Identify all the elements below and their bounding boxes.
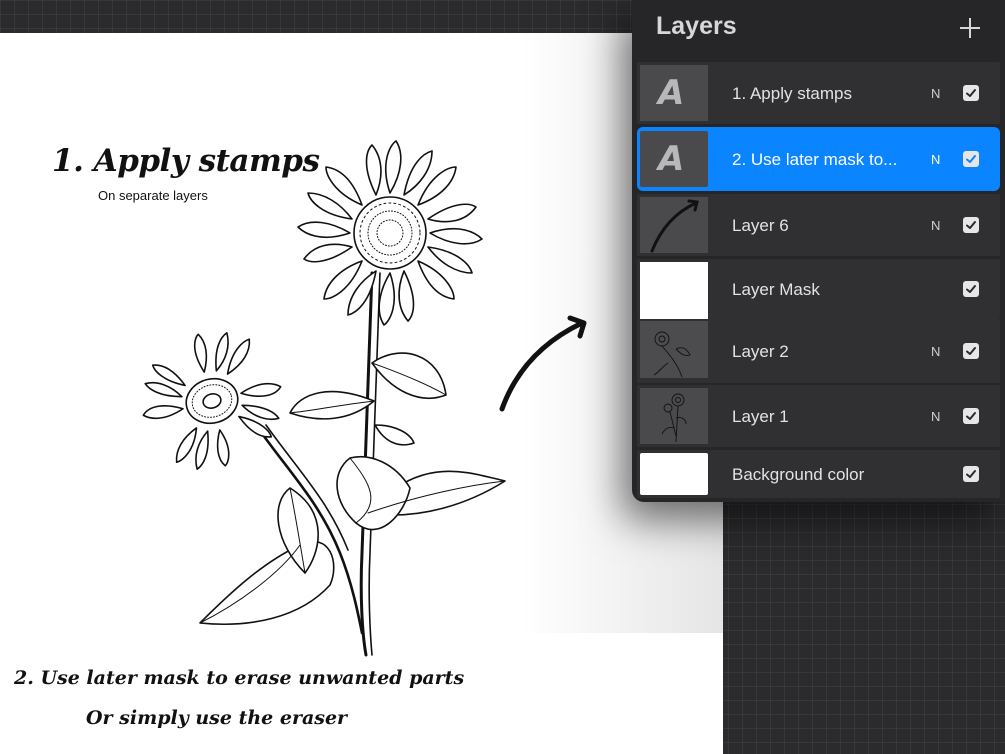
layer-name: Layer 2 bbox=[732, 342, 789, 361]
layer-row-layer-mask[interactable]: Layer Mask bbox=[637, 259, 1000, 319]
arrow-stroke-drawing bbox=[499, 315, 587, 412]
layer-thumbnail: A bbox=[640, 65, 708, 121]
layer-row-apply-stamps[interactable]: A 1. Apply stamps N bbox=[637, 62, 1000, 124]
layer-name: Layer 6 bbox=[732, 216, 789, 235]
text-a-icon: A bbox=[658, 73, 685, 113]
visibility-checkbox[interactable] bbox=[963, 85, 979, 101]
drawing-canvas[interactable]: 1. Apply stamps On separate layers 2. Us… bbox=[0, 33, 723, 754]
canvas-caption-eraser: Or simply use the eraser bbox=[86, 707, 348, 729]
visibility-checkbox[interactable] bbox=[963, 343, 979, 359]
layer-row-use-later-mask[interactable]: A 2. Use later mask to... N bbox=[637, 127, 1000, 191]
layer-thumbnail bbox=[640, 388, 708, 444]
layer-name: Layer Mask bbox=[732, 280, 820, 299]
blend-mode-button[interactable]: N bbox=[931, 152, 940, 167]
arrow-stroke-thumbnail bbox=[650, 199, 699, 253]
layer-name: 1. Apply stamps bbox=[732, 84, 853, 103]
visibility-checkbox[interactable] bbox=[963, 281, 979, 297]
visibility-checkbox[interactable] bbox=[963, 466, 979, 482]
text-a-icon: A bbox=[658, 139, 685, 179]
layer-row-background-color[interactable]: Background color bbox=[637, 450, 1000, 498]
visibility-checkbox[interactable] bbox=[963, 408, 979, 424]
layers-panel-title: Layers bbox=[656, 12, 737, 40]
layer-name: Background color bbox=[732, 465, 865, 484]
layer-thumbnail bbox=[640, 262, 708, 319]
blend-mode-button[interactable]: N bbox=[931, 344, 940, 359]
layer-row-layer-1[interactable]: Layer 1 N bbox=[637, 385, 1000, 447]
layer-name: 2. Use later mask to... bbox=[732, 150, 898, 169]
blend-mode-button[interactable]: N bbox=[931, 86, 940, 101]
sunflower-small-thumbnail bbox=[661, 393, 687, 443]
sunflower-sketch-thumbnail bbox=[653, 331, 691, 378]
blend-mode-button[interactable]: N bbox=[931, 409, 940, 424]
plus-icon[interactable] bbox=[956, 14, 984, 42]
layer-thumbnail bbox=[640, 197, 708, 253]
layer-thumbnail: A bbox=[640, 131, 708, 187]
layer-thumbnail bbox=[640, 321, 708, 378]
layers-panel: Layers A 1. Apply stamps N A 2. Use late… bbox=[632, 0, 1005, 502]
blend-mode-button[interactable]: N bbox=[931, 218, 940, 233]
canvas-caption-mask: 2. Use later mask to erase unwanted part… bbox=[14, 667, 465, 689]
layer-row-layer-6[interactable]: Layer 6 N bbox=[637, 194, 1000, 256]
layer-name: Layer 1 bbox=[732, 407, 789, 426]
visibility-checkbox[interactable] bbox=[963, 217, 979, 233]
layer-thumbnail bbox=[640, 453, 708, 495]
layer-row-layer-2[interactable]: Layer 2 N bbox=[637, 319, 1000, 383]
visibility-checkbox[interactable] bbox=[963, 151, 979, 167]
